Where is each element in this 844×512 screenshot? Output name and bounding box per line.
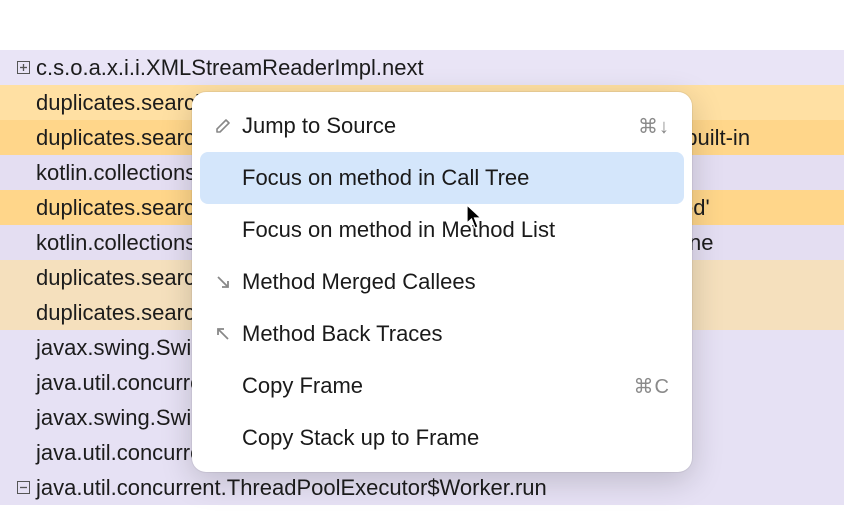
- context-menu: Jump to Source ⌘↓ Focus on method in Cal…: [192, 92, 692, 472]
- menu-item-focus-call-tree[interactable]: Focus on method in Call Tree: [200, 152, 684, 204]
- arrow-down-right-icon: [214, 273, 242, 291]
- menu-item-merged-callees[interactable]: Method Merged Callees: [192, 256, 692, 308]
- expand-plus-icon[interactable]: [14, 61, 32, 74]
- stack-frame-text: c.s.o.a.x.i.i.XMLStreamReaderImpl.next: [36, 50, 424, 85]
- toolbar-spacer: [0, 0, 844, 50]
- menu-label: Method Merged Callees: [242, 269, 670, 295]
- menu-item-back-traces[interactable]: Method Back Traces: [192, 308, 692, 360]
- stack-row[interactable]: c.s.o.a.x.i.i.XMLStreamReaderImpl.next: [0, 50, 844, 85]
- stack-frame-text: java.util.concurrent.ThreadPoolExecutor$…: [36, 470, 547, 505]
- menu-item-jump-to-source[interactable]: Jump to Source ⌘↓: [192, 100, 692, 152]
- collapse-minus-icon[interactable]: [14, 481, 32, 494]
- menu-label: Focus on method in Method List: [242, 217, 670, 243]
- pencil-icon: [214, 117, 242, 135]
- menu-item-copy-stack[interactable]: Copy Stack up to Frame: [192, 412, 692, 464]
- menu-label: Jump to Source: [242, 113, 638, 139]
- menu-label: Copy Stack up to Frame: [242, 425, 670, 451]
- menu-item-focus-method-list[interactable]: Focus on method in Method List: [192, 204, 692, 256]
- menu-shortcut: ⌘↓: [638, 114, 670, 139]
- menu-label: Method Back Traces: [242, 321, 670, 347]
- menu-item-copy-frame[interactable]: Copy Frame ⌘C: [192, 360, 692, 412]
- menu-label: Copy Frame: [242, 373, 634, 399]
- menu-shortcut: ⌘C: [634, 374, 670, 399]
- stack-row[interactable]: java.util.concurrent.ThreadPoolExecutor$…: [0, 470, 844, 505]
- arrow-up-left-icon: [214, 325, 242, 343]
- menu-label: Focus on method in Call Tree: [242, 165, 670, 191]
